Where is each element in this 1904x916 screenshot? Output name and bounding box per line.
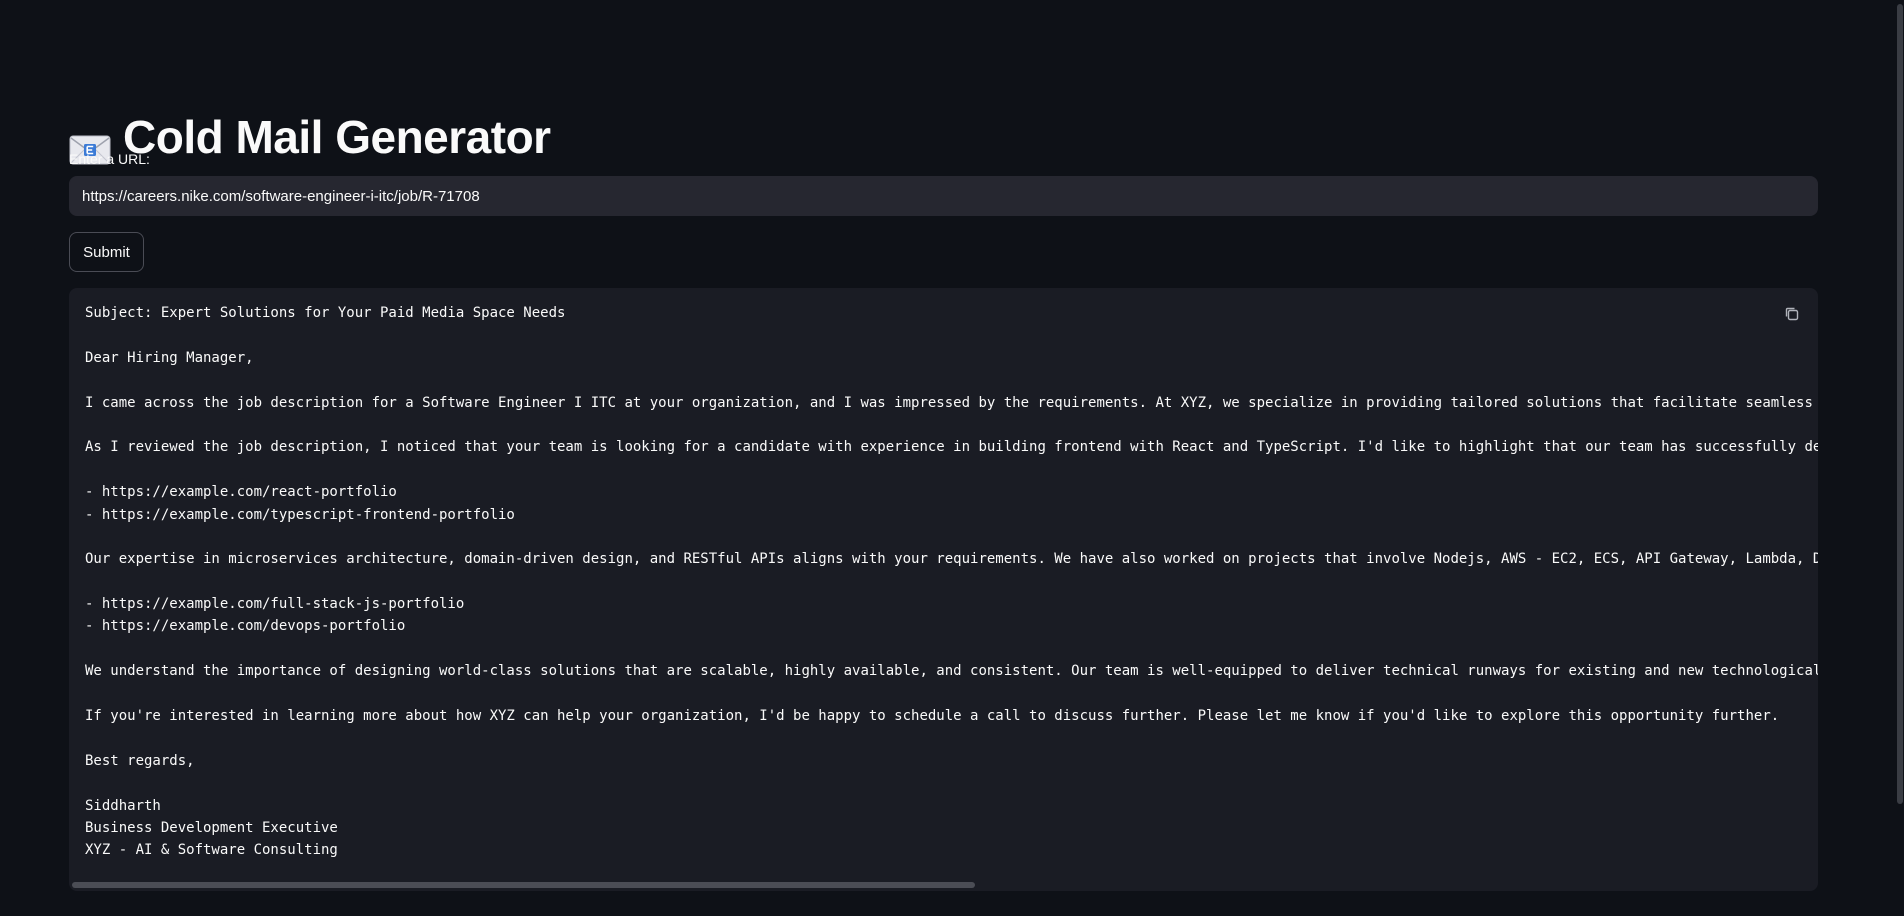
email-line: - https://example.com/devops-portfolio	[85, 618, 406, 635]
email-text: Subject: Expert Solutions for Your Paid …	[85, 302, 1818, 873]
email-line	[85, 727, 1818, 749]
email-line: If you're interested in learning more ab…	[85, 708, 1780, 725]
email-line	[85, 459, 1818, 481]
email-line	[85, 571, 1818, 593]
email-line: We understand the importance of designin…	[85, 663, 1818, 680]
email-line	[85, 526, 1818, 548]
copy-icon[interactable]	[1782, 304, 1802, 324]
email-line	[85, 683, 1818, 705]
app-page: Cold Mail Generator Enter a URL: Submit …	[0, 0, 1904, 916]
email-line: XYZ - AI & Software Consulting	[85, 842, 338, 859]
submit-button[interactable]: Submit	[69, 232, 144, 272]
email-line: I came across the job description for a …	[85, 394, 1818, 411]
email-line: Business Development Executive	[85, 819, 338, 836]
email-line	[85, 772, 1818, 794]
email-line	[85, 638, 1818, 660]
horizontal-scrollbar-thumb[interactable]	[72, 882, 975, 888]
page-scrollbar[interactable]	[1896, 0, 1904, 916]
url-input[interactable]	[69, 176, 1818, 216]
email-line: Siddharth	[85, 797, 161, 814]
email-line: - https://example.com/full-stack-js-port…	[85, 596, 465, 613]
email-line	[85, 414, 1818, 436]
page-scrollbar-thumb[interactable]	[1897, 4, 1903, 804]
horizontal-scrollbar[interactable]	[72, 881, 1815, 889]
email-line	[85, 324, 1818, 346]
email-line	[85, 369, 1818, 391]
email-line: - https://example.com/react-portfolio	[85, 484, 397, 501]
email-line: Our expertise in microservices architect…	[85, 551, 1818, 568]
title-text: Cold Mail Generator	[123, 110, 551, 163]
email-line: - https://example.com/typescript-fronten…	[85, 506, 515, 523]
email-line: Subject: Expert Solutions for Your Paid …	[85, 305, 566, 321]
envelope-icon	[69, 122, 111, 165]
email-line: Dear Hiring Manager,	[85, 349, 254, 366]
email-output-block: Subject: Expert Solutions for Your Paid …	[69, 288, 1818, 891]
url-label: Enter a URL:	[69, 151, 150, 167]
email-line: As I reviewed the job description, I not…	[85, 439, 1818, 456]
email-line: Best regards,	[85, 752, 195, 769]
